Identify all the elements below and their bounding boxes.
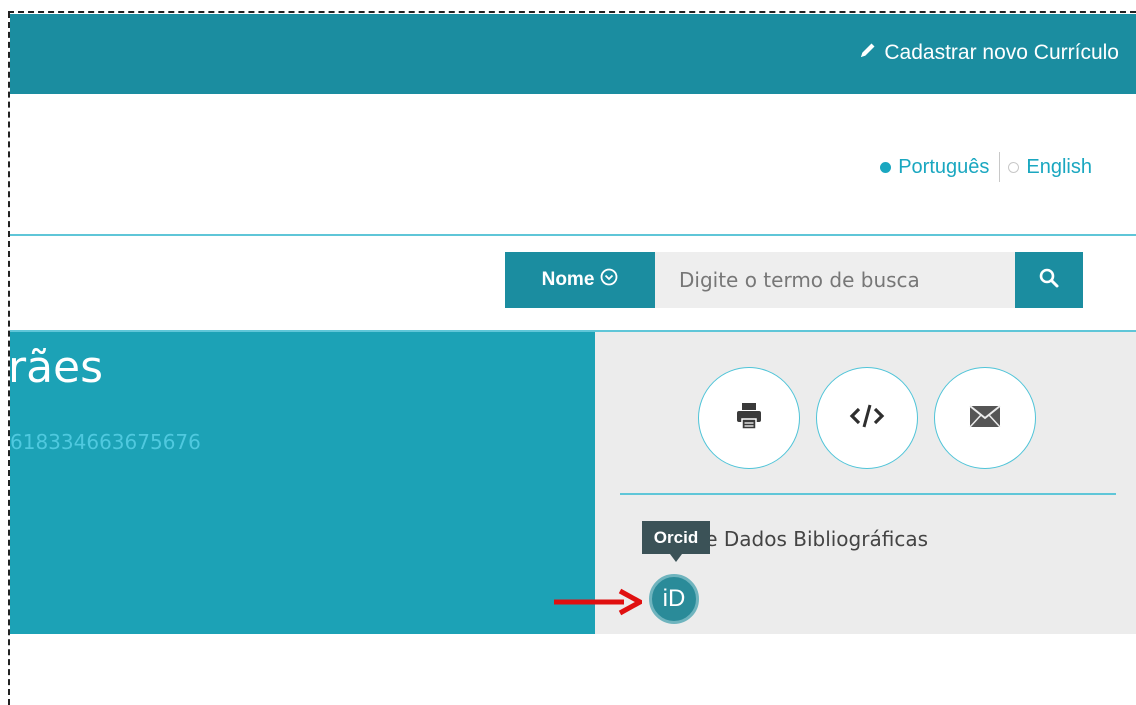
envelope-icon	[968, 403, 1002, 433]
red-arrow-annotation-icon	[554, 588, 642, 616]
register-new-cv-link[interactable]: Cadastrar novo Currículo	[858, 40, 1119, 66]
unselected-radio-icon	[1008, 161, 1020, 173]
language-english-label: English	[1026, 155, 1092, 178]
language-portuguese-label: Português	[898, 155, 990, 178]
top-navigation-bar: Cadastrar novo Currículo	[10, 14, 1136, 94]
chevron-down-circle-icon	[600, 268, 618, 292]
search-field-label: Nome	[541, 269, 595, 290]
orcid-tooltip: Orcid	[642, 521, 710, 554]
search-field-dropdown[interactable]: Nome	[505, 252, 655, 308]
embed-code-button[interactable]	[816, 367, 918, 469]
researcher-name: rães	[8, 342, 104, 393]
screenshot-border-top	[8, 11, 1136, 13]
printer-icon	[732, 399, 766, 437]
email-button[interactable]	[934, 367, 1036, 469]
print-button[interactable]	[698, 367, 800, 469]
selected-radio-icon	[880, 161, 892, 173]
orcid-badge-label: iD	[662, 585, 686, 612]
code-icon	[849, 402, 885, 434]
language-option-english[interactable]: English	[1008, 156, 1092, 179]
lattes-id: 618334663675676	[10, 430, 201, 454]
search-button[interactable]	[1015, 252, 1083, 308]
tooltip-arrow-icon	[670, 554, 682, 562]
search-input[interactable]	[655, 252, 1016, 308]
tools-divider	[620, 493, 1116, 495]
orcid-link-button[interactable]: iD	[649, 574, 699, 624]
search-icon	[1038, 267, 1060, 293]
search-bar: Nome	[505, 252, 1083, 308]
profile-header-panel: rães 618334663675676	[8, 332, 595, 634]
language-selector: Português English	[880, 152, 1092, 182]
pencil-icon	[858, 40, 878, 66]
register-new-cv-label: Cadastrar novo Currículo	[884, 41, 1119, 64]
header-divider	[10, 234, 1136, 236]
language-divider	[999, 152, 1001, 182]
language-option-portuguese[interactable]: Português	[880, 156, 989, 179]
